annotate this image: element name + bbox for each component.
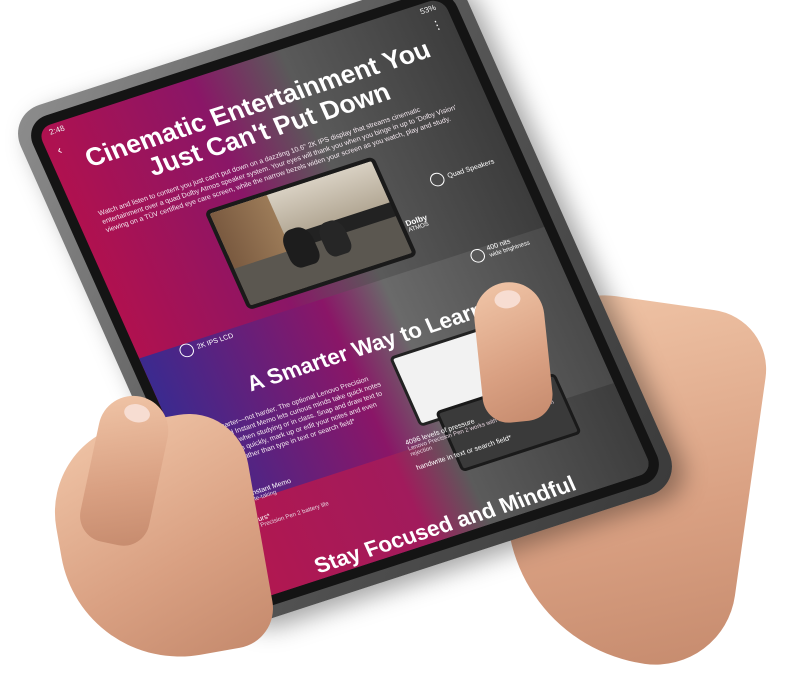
back-arrow-icon[interactable]: ‹ (55, 143, 65, 157)
speaker-icon (427, 171, 447, 189)
photo-scene: 2:48 53% ‹ ⋮ Cinematic Entertainment You… (0, 0, 793, 676)
feature-dolby: Dolby ATMOS (404, 213, 431, 234)
status-battery: 53% (418, 3, 438, 17)
more-options-icon[interactable]: ⋮ (428, 17, 445, 34)
status-time: 2:48 (47, 123, 67, 137)
feature-quad-speakers: Quad Speakers (427, 155, 497, 189)
right-thumbnail (493, 288, 522, 310)
left-thumbnail (122, 401, 152, 425)
feature-label: Quad Speakers (446, 157, 496, 180)
